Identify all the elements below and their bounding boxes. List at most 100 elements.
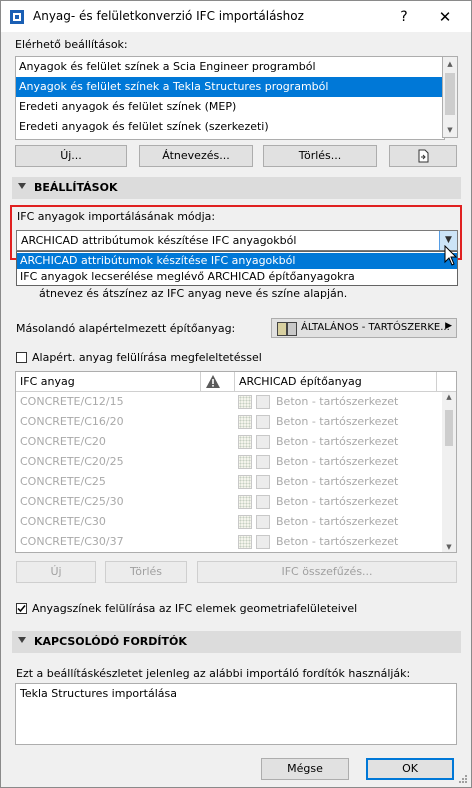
material-swatch-icon <box>277 322 287 336</box>
scroll-up-arrow-icon[interactable]: ▲ <box>442 393 456 401</box>
collapse-triangle-icon <box>18 637 26 643</box>
material-color-icon <box>256 475 270 489</box>
fill-pattern-icon <box>238 455 252 469</box>
presets-scrollbar[interactable]: ▲ ▼ <box>442 56 458 138</box>
scroll-thumb[interactable] <box>445 73 455 115</box>
ifc-material-name: CONCRETE/C20 <box>20 435 106 448</box>
settings-section-title: BEÁLLÍTÁSOK <box>34 181 118 194</box>
translators-list[interactable]: Tekla Structures importálása <box>15 683 457 745</box>
surface-override-label: Anyagszínek felülírása az IFC elemek geo… <box>32 602 358 615</box>
scroll-down-arrow-icon[interactable]: ▼ <box>442 543 456 551</box>
resize-grip-icon[interactable] <box>458 774 468 784</box>
warning-icon <box>206 375 220 388</box>
preset-item[interactable]: Eredeti anyagok és felület színek (szerk… <box>16 117 444 137</box>
table-row[interactable]: CONCRETE/C16/20 Beton - tartószerkezet <box>16 412 440 432</box>
override-label: Alapért. anyag felülírása megfeleltetéss… <box>32 351 262 364</box>
close-button[interactable]: ✕ <box>425 5 465 29</box>
table-row[interactable]: CONCRETE/C20/25 Beton - tartószerkezet <box>16 452 440 472</box>
scroll-down-arrow-icon[interactable]: ▼ <box>443 123 457 137</box>
preset-item-selected[interactable]: Anyagok és felület színek a Tekla Struct… <box>16 77 444 97</box>
material-swatch-icon <box>287 322 297 336</box>
column-header-archicad[interactable]: ARCHICAD építőanyag <box>239 375 362 388</box>
mouse-cursor-icon <box>444 245 458 266</box>
table-scrollbar[interactable]: ▲ ▼ <box>442 392 456 552</box>
table-row[interactable]: CONCRETE/C25 Beton - tartószerkezet <box>16 472 440 492</box>
window-title: Anyag- és felületkonverzió IFC importálá… <box>33 9 304 23</box>
default-material-label: Másolandó alapértelmezett építőanyag: <box>16 322 236 335</box>
dialog-window: Anyag- és felületkonverzió IFC importálá… <box>0 0 472 788</box>
checkmark-icon <box>17 605 26 613</box>
fill-pattern-icon <box>238 495 252 509</box>
archicad-material-name: Beton - tartószerkezet <box>276 475 399 488</box>
ifc-material-name: CONCRETE/C25/30 <box>20 495 124 508</box>
table-row[interactable]: CONCRETE/C20 Beton - tartószerkezet <box>16 432 440 452</box>
import-mode-label: IFC anyagok importálásának módja: <box>17 210 216 223</box>
presets-list[interactable]: Anyagok és felület színek a Scia Enginee… <box>15 56 445 140</box>
table-row[interactable]: CONCRETE/C25/30 Beton - tartószerkezet <box>16 492 440 512</box>
material-color-icon <box>256 455 270 469</box>
default-material-picker[interactable]: ÁLTALÁNOS - TARTÓSZERKE... ▶ <box>271 318 457 338</box>
settings-section-header[interactable]: BEÁLLÍTÁSOK <box>12 177 461 199</box>
new-mapping-button[interactable]: Új <box>16 561 96 583</box>
merge-ifc-button[interactable]: IFC összefűzés... <box>197 561 457 583</box>
fill-pattern-icon <box>238 435 252 449</box>
ifc-material-name: CONCRETE/C30/37 <box>20 535 124 548</box>
ifc-material-name: CONCRETE/C25 <box>20 475 106 488</box>
delete-mapping-button[interactable]: Törlés <box>105 561 187 583</box>
material-color-icon <box>256 395 270 409</box>
scroll-thumb[interactable] <box>445 410 453 446</box>
material-color-icon <box>256 415 270 429</box>
archicad-material-name: Beton - tartószerkezet <box>276 515 399 528</box>
delete-preset-button[interactable]: Törlés... <box>263 145 377 167</box>
override-checkbox[interactable] <box>16 352 27 363</box>
fill-pattern-icon <box>238 515 252 529</box>
table-row[interactable]: CONCRETE/C30/37 Beton - tartószerkezet <box>16 532 440 552</box>
translators-section-header[interactable]: KAPCSOLÓDÓ FORDÍTÓK <box>12 631 461 653</box>
surface-override-checkbox[interactable] <box>16 603 27 614</box>
ifc-material-name: CONCRETE/C30 <box>20 515 106 528</box>
archicad-material-name: Beton - tartószerkezet <box>276 535 399 548</box>
cancel-button[interactable]: Mégse <box>261 758 349 780</box>
table-row[interactable]: CONCRETE/C12/15 Beton - tartószerkezet <box>16 392 440 412</box>
scroll-up-arrow-icon[interactable]: ▲ <box>443 57 457 71</box>
import-preset-button[interactable] <box>389 145 457 167</box>
import-mode-option[interactable]: IFC anyagok lecserélése meglévő ARCHICAD… <box>17 269 457 285</box>
material-color-icon <box>256 495 270 509</box>
rename-preset-button[interactable]: Átnevezés... <box>139 145 253 167</box>
default-material-value: ÁLTALÁNOS - TARTÓSZERKE... <box>301 322 450 333</box>
fill-pattern-icon <box>238 415 252 429</box>
translators-section-title: KAPCSOLÓDÓ FORDÍTÓK <box>34 635 187 648</box>
import-mode-dropdown[interactable]: ARCHICAD attribútumok készítése IFC anya… <box>16 251 458 286</box>
ok-button[interactable]: OK <box>366 758 454 780</box>
material-mapping-table[interactable]: IFC anyag ARCHICAD építőanyag CONCRETE/C… <box>15 371 457 553</box>
archicad-material-name: Beton - tartószerkezet <box>276 435 399 448</box>
translators-description: Ezt a beállításkészletet jelenleg az alá… <box>16 667 411 680</box>
new-preset-button[interactable]: Új... <box>15 145 127 167</box>
column-divider <box>436 372 437 391</box>
archicad-material-name: Beton - tartószerkezet <box>276 455 399 468</box>
import-mode-option[interactable]: ARCHICAD attribútumok készítése IFC anya… <box>17 253 457 269</box>
import-file-icon <box>418 149 429 163</box>
import-mode-select[interactable]: ARCHICAD attribútumok készítése IFC anya… <box>16 230 458 251</box>
chevron-right-icon: ▶ <box>445 321 452 331</box>
fill-pattern-icon <box>238 395 252 409</box>
ifc-material-name: CONCRETE/C20/25 <box>20 455 124 468</box>
import-mode-value: ARCHICAD attribútumok készítése IFC anya… <box>21 234 297 247</box>
preset-item[interactable]: Anyagok és felület színek a Scia Enginee… <box>16 57 444 77</box>
ifc-material-name: CONCRETE/C16/20 <box>20 415 124 428</box>
table-row[interactable]: CONCRETE/C30 Beton - tartószerkezet <box>16 512 440 532</box>
ifc-material-name: CONCRETE/C12/15 <box>20 395 124 408</box>
archicad-material-name: Beton - tartószerkezet <box>276 395 399 408</box>
fill-pattern-icon <box>238 535 252 549</box>
material-color-icon <box>256 515 270 529</box>
material-color-icon <box>256 435 270 449</box>
import-mode-hint: átnevez és átszínez az IFC anyag neve és… <box>39 287 348 300</box>
column-header-ifc[interactable]: IFC anyag <box>20 375 75 388</box>
title-bar: Anyag- és felületkonverzió IFC importálá… <box>1 1 471 32</box>
preset-item[interactable]: Eredeti anyagok és felület színek (MEP) <box>16 97 444 117</box>
presets-label: Elérhető beállítások: <box>15 38 128 51</box>
app-icon <box>10 10 24 24</box>
translator-item: Tekla Structures importálása <box>20 687 178 700</box>
help-button[interactable]: ? <box>389 5 419 29</box>
archicad-material-name: Beton - tartószerkezet <box>276 495 399 508</box>
